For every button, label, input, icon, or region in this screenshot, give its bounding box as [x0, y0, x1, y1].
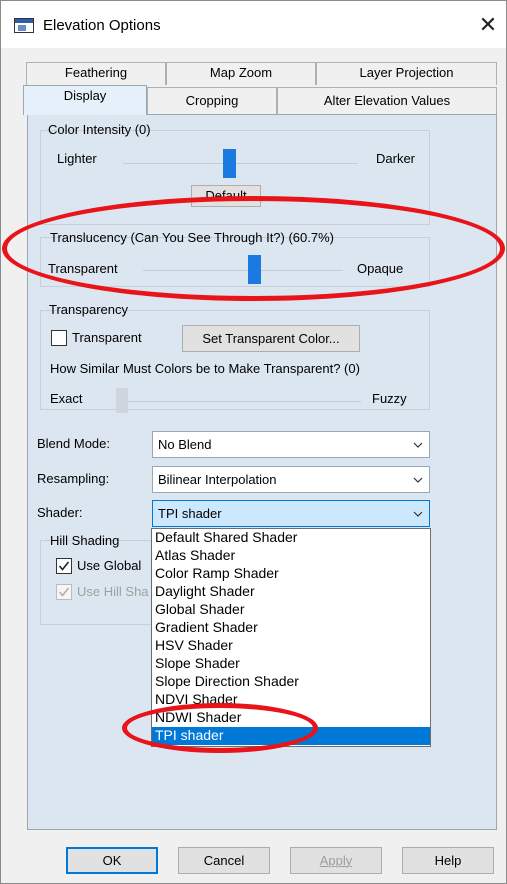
shader-option-tpi[interactable]: TPI shader — [152, 727, 430, 745]
default-button[interactable]: Default — [191, 185, 261, 207]
darker-label: Darker — [376, 151, 416, 166]
close-icon[interactable]: ✕ — [473, 11, 503, 39]
shader-label: Shader: — [37, 505, 83, 520]
title-bar: Elevation Options ✕ — [1, 1, 506, 48]
resampling-select[interactable]: Bilinear Interpolation — [152, 466, 430, 493]
shader-option-slope-direction[interactable]: Slope Direction Shader — [152, 673, 430, 691]
transparent-checkbox[interactable] — [51, 330, 67, 346]
shader-option-ndvi[interactable]: NDVI Shader — [152, 691, 430, 709]
lighter-label: Lighter — [57, 151, 97, 166]
shader-option-hsv[interactable]: HSV Shader — [152, 637, 430, 655]
cancel-button[interactable]: Cancel — [178, 847, 270, 874]
shader-option-color-ramp[interactable]: Color Ramp Shader — [152, 565, 430, 583]
tab-display[interactable]: Display — [23, 85, 147, 115]
translucency-track — [143, 270, 343, 271]
shader-option-default-shared[interactable]: Default Shared Shader — [152, 529, 430, 547]
resampling-label: Resampling: — [37, 471, 110, 486]
tab-feathering[interactable]: Feathering — [26, 62, 166, 85]
hill-shading-label: Hill Shading — [50, 533, 120, 548]
transparent-label: Transparent — [48, 261, 118, 276]
color-intensity-slider[interactable] — [223, 149, 236, 178]
shader-option-global[interactable]: Global Shader — [152, 601, 430, 619]
shader-select[interactable]: TPI shader — [152, 500, 430, 527]
tab-alter-elevation-values[interactable]: Alter Elevation Values — [277, 87, 497, 114]
shader-option-ndwi[interactable]: NDWI Shader — [152, 709, 430, 727]
similarity-track — [116, 401, 361, 402]
color-intensity-label: Color Intensity (0) — [48, 122, 151, 137]
window-title: Elevation Options — [43, 17, 161, 34]
shader-dropdown-list: Default Shared Shader Atlas Shader Color… — [151, 528, 431, 747]
use-hill-shading-label: Use Hill Sha — [77, 584, 149, 599]
shader-option-daylight[interactable]: Daylight Shader — [152, 583, 430, 601]
color-intensity-track — [123, 163, 358, 164]
translucency-label: Translucency (Can You See Through It?) (… — [50, 230, 334, 245]
transparency-label: Transparency — [49, 302, 128, 317]
shader-value: TPI shader — [158, 506, 222, 521]
fuzzy-label: Fuzzy — [372, 391, 407, 406]
tab-cropping[interactable]: Cropping — [147, 87, 277, 114]
tab-layer-projection[interactable]: Layer Projection — [316, 62, 497, 85]
chevron-down-icon — [413, 477, 423, 483]
blend-mode-label: Blend Mode: — [37, 436, 110, 451]
shader-option-gradient[interactable]: Gradient Shader — [152, 619, 430, 637]
blend-mode-value: No Blend — [158, 437, 212, 452]
app-icon — [14, 18, 34, 33]
translucency-slider[interactable] — [248, 255, 261, 284]
dialog-window: Elevation Options ✕ Feathering Map Zoom … — [0, 0, 507, 884]
tab-map-zoom[interactable]: Map Zoom — [166, 62, 316, 85]
exact-label: Exact — [50, 391, 83, 406]
shader-option-slope[interactable]: Slope Shader — [152, 655, 430, 673]
use-hill-shading-checkbox[interactable] — [56, 584, 72, 600]
use-global-label: Use Global — [77, 558, 142, 573]
transparent-checkbox-label: Transparent — [72, 330, 142, 345]
blend-mode-select[interactable]: No Blend — [152, 431, 430, 458]
shader-option-atlas[interactable]: Atlas Shader — [152, 547, 430, 565]
opaque-label: Opaque — [357, 261, 404, 276]
apply-button[interactable]: Apply — [290, 847, 382, 874]
help-button[interactable]: Help — [402, 847, 494, 874]
color-similarity-label: How Similar Must Colors be to Make Trans… — [50, 361, 360, 376]
similarity-slider[interactable] — [116, 388, 128, 413]
use-global-checkbox[interactable] — [56, 558, 72, 574]
chevron-down-icon — [413, 511, 423, 517]
resampling-value: Bilinear Interpolation — [158, 472, 277, 487]
chevron-down-icon — [413, 442, 423, 448]
set-transparent-color-button[interactable]: Set Transparent Color... — [182, 325, 360, 352]
ok-button[interactable]: OK — [66, 847, 158, 874]
